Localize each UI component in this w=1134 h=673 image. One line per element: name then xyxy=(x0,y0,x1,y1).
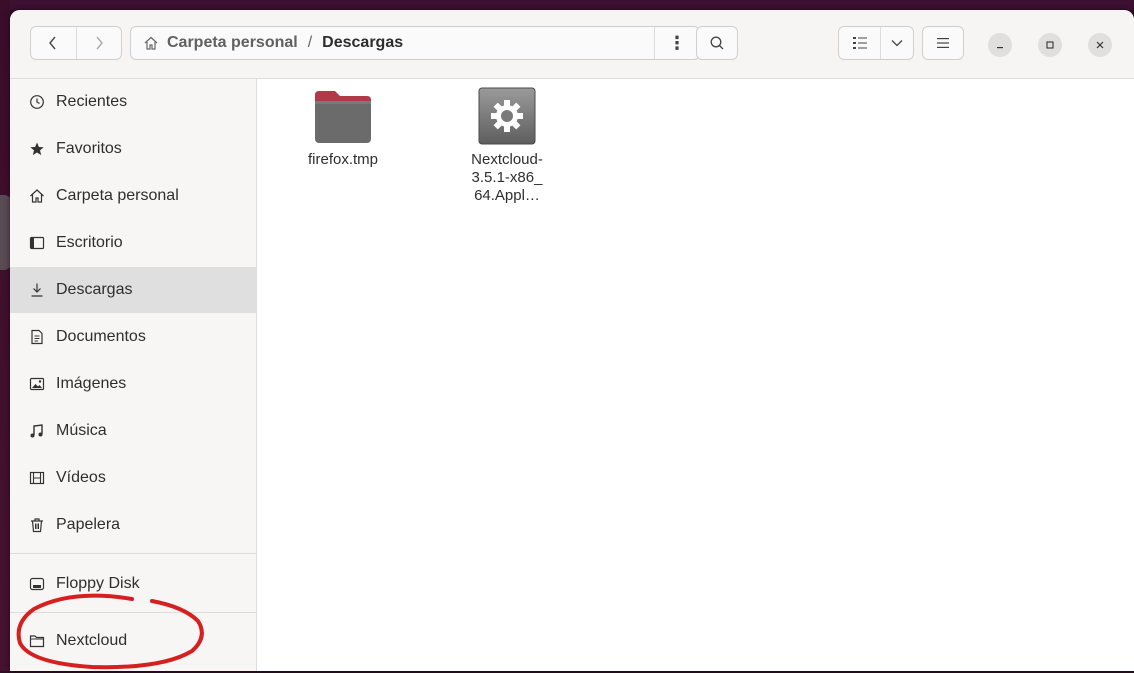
sidebar: Recientes Favoritos Carpeta personal Esc… xyxy=(10,79,257,671)
sidebar-item-musica[interactable]: Música xyxy=(10,408,256,454)
home-icon xyxy=(144,36,158,50)
vertical-dots-icon: ⋮ xyxy=(668,32,686,53)
sidebar-item-papelera[interactable]: Papelera xyxy=(10,502,256,548)
sidebar-item-label: Escritorio xyxy=(56,234,123,251)
desktop-icon xyxy=(28,234,46,252)
sidebar-item-label: Favoritos xyxy=(56,140,122,157)
sidebar-item-imagenes[interactable]: Imágenes xyxy=(10,361,256,407)
file-view: firefox.tmp Nextcloud- 3.5.1-x86_ 64.App… xyxy=(257,79,1134,671)
maximize-icon xyxy=(1046,41,1054,49)
executable-gear-icon xyxy=(477,85,537,145)
close-button[interactable] xyxy=(1088,33,1112,57)
sidebar-item-label: Nextcloud xyxy=(56,632,128,649)
sidebar-separator xyxy=(10,612,256,613)
sidebar-item-label: Imágenes xyxy=(56,375,127,392)
close-icon xyxy=(1096,41,1104,49)
download-icon xyxy=(28,281,46,299)
main-menu-button[interactable] xyxy=(922,26,964,60)
file-item-firefox-tmp[interactable]: firefox.tmp xyxy=(291,85,395,169)
chevron-right-icon xyxy=(96,36,103,50)
search-icon xyxy=(710,36,724,50)
breadcrumb-current[interactable]: Descargas xyxy=(322,34,403,52)
music-icon xyxy=(28,422,46,440)
sidebar-item-label: Recientes xyxy=(56,93,128,110)
sidebar-item-documentos[interactable]: Documentos xyxy=(10,314,256,360)
sidebar-item-recientes[interactable]: Recientes xyxy=(10,79,256,125)
view-options-dropdown[interactable] xyxy=(880,27,913,59)
forward-button[interactable] xyxy=(75,27,122,59)
file-item-nextcloud-appimage[interactable]: Nextcloud- 3.5.1-x86_ 64.Appl… xyxy=(455,85,559,205)
minimize-button[interactable] xyxy=(988,33,1012,57)
back-button[interactable] xyxy=(31,27,76,59)
file-name: firefox.tmp xyxy=(307,151,379,168)
file-manager-window: Carpeta personal / Descargas ⋮ Recientes… xyxy=(10,10,1134,671)
desktop-background-top xyxy=(0,0,1134,10)
hamburger-menu-icon xyxy=(937,38,949,48)
home-icon xyxy=(28,187,46,205)
view-mode-button[interactable] xyxy=(839,27,880,59)
image-icon xyxy=(28,375,46,393)
file-name-line: Nextcloud- xyxy=(471,151,543,168)
sidebar-item-nextcloud[interactable]: Nextcloud xyxy=(10,618,256,664)
file-name-line: 64.Appl… xyxy=(474,187,540,204)
sidebar-item-label: Vídeos xyxy=(56,469,106,486)
sidebar-item-floppy-disk[interactable]: Floppy Disk xyxy=(10,561,256,607)
file-name: Nextcloud- 3.5.1-x86_ 64.Appl… xyxy=(455,151,559,205)
minimize-icon xyxy=(997,47,1003,49)
folder-icon xyxy=(313,85,373,145)
drive-icon xyxy=(28,575,46,593)
sidebar-item-videos[interactable]: Vídeos xyxy=(10,455,256,501)
desktop-background-left xyxy=(0,0,10,671)
list-view-icon xyxy=(852,37,867,49)
navigation-buttons xyxy=(30,26,122,60)
sidebar-item-label: Floppy Disk xyxy=(56,575,140,592)
path-options-button[interactable]: ⋮ xyxy=(654,27,699,59)
video-icon xyxy=(28,469,46,487)
view-toggle-group xyxy=(838,26,914,60)
path-bar: Carpeta personal / Descargas ⋮ xyxy=(130,26,700,60)
sidebar-separator xyxy=(10,553,256,554)
document-icon xyxy=(28,328,46,346)
trash-icon xyxy=(28,516,46,534)
sidebar-item-escritorio[interactable]: Escritorio xyxy=(10,220,256,266)
sidebar-item-label: Descargas xyxy=(56,281,133,298)
breadcrumb-home[interactable]: Carpeta personal xyxy=(167,34,298,52)
sidebar-item-label: Documentos xyxy=(56,328,146,345)
clock-icon xyxy=(28,93,46,111)
folder-icon xyxy=(28,632,46,650)
sidebar-item-descargas[interactable]: Descargas xyxy=(10,267,256,313)
sidebar-item-carpeta-personal[interactable]: Carpeta personal xyxy=(10,173,256,219)
search-button[interactable] xyxy=(696,26,738,60)
star-icon xyxy=(28,140,46,158)
sidebar-item-label: Música xyxy=(56,422,107,439)
header-bar: Carpeta personal / Descargas ⋮ xyxy=(10,10,1134,79)
file-name-line: 3.5.1-x86_ xyxy=(471,169,543,186)
breadcrumb-separator: / xyxy=(307,34,313,51)
chevron-left-icon xyxy=(49,36,56,50)
chevron-down-icon xyxy=(891,40,903,47)
sidebar-item-favoritos[interactable]: Favoritos xyxy=(10,126,256,172)
maximize-button[interactable] xyxy=(1038,33,1062,57)
sidebar-item-label: Carpeta personal xyxy=(56,187,179,204)
sidebar-item-label: Papelera xyxy=(56,516,121,533)
